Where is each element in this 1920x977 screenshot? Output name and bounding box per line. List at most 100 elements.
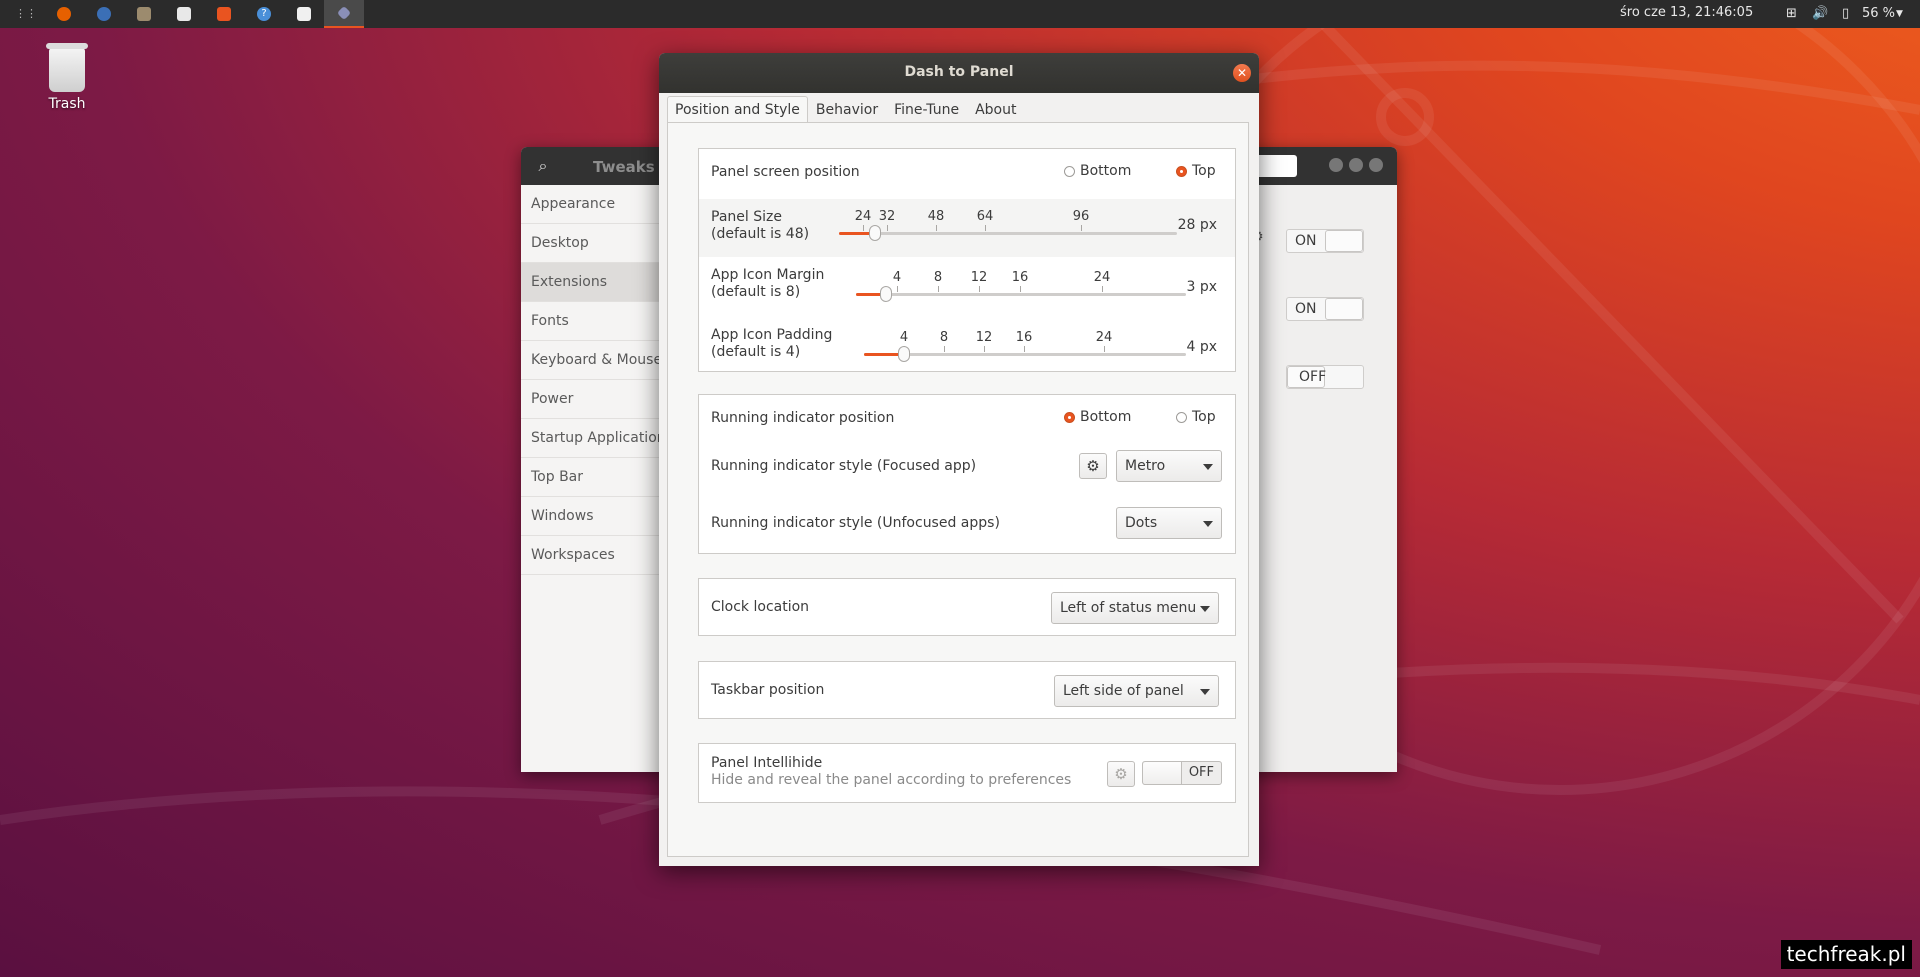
sidebar-item-fonts[interactable]: Fonts	[521, 302, 671, 341]
scale-tick	[863, 225, 864, 231]
maximize-icon[interactable]	[1349, 158, 1363, 172]
scale-mark: 24	[854, 209, 872, 224]
libreoffice-icon[interactable]	[164, 0, 204, 28]
tab-position-and-style[interactable]: Position and Style	[667, 96, 808, 123]
firefox-icon[interactable]	[44, 0, 84, 28]
search-icon[interactable]: ⌕	[521, 147, 565, 185]
sidebar-item-extensions[interactable]: Extensions	[521, 263, 671, 302]
panel-size-row: Panel Size (default is 48) 24 32 48 64 9…	[699, 199, 1235, 257]
trash-icon	[46, 43, 88, 92]
gear-icon[interactable]: ⚙	[1079, 453, 1107, 479]
close-icon[interactable]	[1369, 158, 1383, 172]
scale-mark: 24	[1095, 330, 1113, 345]
slider-handle[interactable]	[898, 346, 910, 362]
extension-toggle[interactable]: ON	[1286, 297, 1364, 321]
top-panel: ⋮⋮ ? śro cze 13, 21:46:05 ⊞ 🔊 ▯ 56 % ▼	[0, 0, 1920, 28]
icon-padding-label: App Icon Padding (default is 4)	[711, 327, 832, 361]
sidebar-item-workspaces[interactable]: Workspaces	[521, 536, 671, 575]
panel-size-title: Panel Size	[711, 209, 782, 225]
sidebar-item-top-bar[interactable]: Top Bar	[521, 458, 671, 497]
sidebar-item-keyboard-mouse[interactable]: Keyboard & Mouse	[521, 341, 671, 380]
indicator-position-bottom-radio[interactable]: Bottom	[1064, 409, 1131, 425]
network-icon[interactable]: ⊞	[1786, 6, 1797, 21]
scale-mark: 48	[927, 209, 945, 224]
scale-mark: 16	[1011, 270, 1029, 285]
panel-position-top-radio[interactable]: Top	[1176, 163, 1216, 179]
chevron-down-icon	[1203, 464, 1213, 470]
clock-location-combo[interactable]: Left of status menu	[1051, 592, 1219, 624]
trash-desktop-icon[interactable]: Trash	[40, 43, 94, 112]
dialog-title: Dash to Panel	[904, 64, 1014, 80]
panel-size-value: 28 px	[1177, 217, 1217, 233]
indicator-unfocused-combo[interactable]: Dots	[1116, 507, 1222, 539]
switch-knob	[1325, 230, 1363, 252]
scale-tick	[1020, 286, 1021, 292]
slider-trough	[864, 353, 1186, 356]
scale-mark: 16	[1015, 330, 1033, 345]
software-center-icon[interactable]	[204, 0, 244, 28]
scale-tick	[938, 286, 939, 292]
minimize-icon[interactable]	[1329, 158, 1343, 172]
sidebar-item-startup-applications[interactable]: Startup Applications	[521, 419, 671, 458]
files-icon[interactable]	[124, 0, 164, 28]
indicator-focused-combo[interactable]: Metro	[1116, 450, 1222, 482]
sidebar-item-appearance[interactable]: Appearance	[521, 185, 671, 224]
scale-mark: 96	[1072, 209, 1090, 224]
volume-icon[interactable]: 🔊	[1812, 6, 1828, 21]
switch-state: OFF	[1188, 765, 1214, 780]
close-icon[interactable]: ✕	[1233, 64, 1251, 82]
indicator-focused-label: Running indicator style (Focused app)	[711, 458, 977, 474]
switch-knob	[1143, 762, 1182, 784]
tweaks-title: Tweaks	[593, 158, 655, 176]
apps-grid-icon[interactable]: ⋮⋮	[2, 0, 42, 28]
intellihide-switch[interactable]: OFF	[1142, 761, 1222, 785]
gear-icon[interactable]: ⚙	[1107, 761, 1135, 787]
tweaks-icon[interactable]	[324, 0, 364, 28]
tab-bar: Position and Style Behavior Fine-Tune Ab…	[667, 96, 1024, 123]
thunderbird-icon[interactable]	[84, 0, 124, 28]
panel-position-frame: Panel screen position Bottom Top Panel S…	[698, 148, 1236, 372]
scale-mark: 4	[899, 330, 909, 345]
clock[interactable]: śro cze 13, 21:46:05	[1620, 5, 1753, 20]
switch-state: ON	[1295, 233, 1317, 249]
tab-panel: Panel screen position Bottom Top Panel S…	[667, 122, 1249, 857]
tweaks-sidebar: Appearance Desktop Extensions Fonts Keyb…	[521, 185, 672, 772]
intellihide-label: Panel Intellihide Hide and reveal the pa…	[711, 755, 1071, 789]
trash-label: Trash	[48, 96, 86, 112]
extension-toggle[interactable]: ON	[1286, 229, 1364, 253]
battery-icon[interactable]: ▯	[1842, 6, 1849, 21]
scale-mark: 12	[970, 270, 988, 285]
scale-mark: 64	[976, 209, 994, 224]
tab-fine-tune[interactable]: Fine-Tune	[886, 96, 967, 123]
clock-location-label: Clock location	[711, 599, 810, 615]
sidebar-item-desktop[interactable]: Desktop	[521, 224, 671, 263]
scale-tick	[979, 286, 980, 292]
help-icon[interactable]: ?	[244, 0, 284, 28]
tab-about[interactable]: About	[967, 96, 1024, 123]
radio-label: Top	[1192, 409, 1216, 425]
text-editor-icon[interactable]	[284, 0, 324, 28]
chevron-down-icon[interactable]: ▼	[1896, 9, 1903, 19]
battery-percent[interactable]: 56 %	[1862, 6, 1895, 21]
scale-mark: 8	[933, 270, 943, 285]
slider-handle[interactable]	[869, 225, 881, 241]
scale-tick	[897, 286, 898, 292]
slider-handle[interactable]	[880, 286, 892, 302]
window-controls	[1329, 158, 1383, 172]
scale-mark: 4	[892, 270, 902, 285]
sidebar-item-power[interactable]: Power	[521, 380, 671, 419]
icon-margin-value: 3 px	[1186, 279, 1217, 295]
sidebar-item-windows[interactable]: Windows	[521, 497, 671, 536]
scale-tick	[1024, 346, 1025, 352]
scale-mark: 12	[975, 330, 993, 345]
indicator-position-label: Running indicator position	[711, 410, 895, 426]
taskbar-position-combo[interactable]: Left side of panel	[1054, 675, 1219, 707]
indicator-position-top-radio[interactable]: Top	[1176, 409, 1216, 425]
chevron-down-icon	[1203, 521, 1213, 527]
panel-position-bottom-radio[interactable]: Bottom	[1064, 163, 1131, 179]
scale-mark: 24	[1093, 270, 1111, 285]
icon-padding-row: App Icon Padding (default is 4) 4 8 12 1…	[699, 315, 1235, 373]
intellihide-frame: Panel Intellihide Hide and reveal the pa…	[698, 743, 1236, 803]
tab-behavior[interactable]: Behavior	[808, 96, 886, 123]
extension-toggle[interactable]: OFF	[1286, 365, 1364, 389]
